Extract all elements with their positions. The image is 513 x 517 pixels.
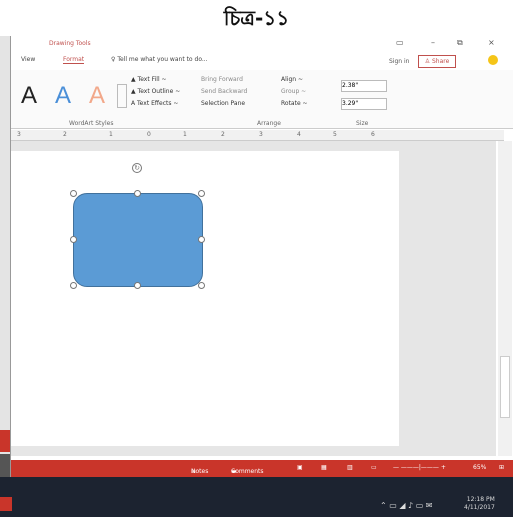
rounded-rectangle-shape[interactable] (73, 193, 203, 287)
comments-label: Comments (231, 468, 264, 475)
resize-handle[interactable] (134, 282, 141, 289)
clock-time: 12:18 PM (466, 496, 495, 503)
left-red-block (0, 430, 10, 452)
lightbulb-icon: ♀ (111, 56, 116, 63)
arrange-group-label: Arrange (257, 120, 281, 127)
resize-handle[interactable] (198, 190, 205, 197)
resize-handle[interactable] (198, 282, 205, 289)
resize-handle[interactable] (70, 282, 77, 289)
text-effects-label: Text Effects ~ (137, 100, 179, 107)
tell-me-text: Tell me what you want to do... (117, 56, 208, 63)
resize-handle[interactable] (70, 190, 77, 197)
share-label: Share (431, 58, 450, 65)
wordart-styles-group-label: WordArt Styles (69, 120, 114, 127)
ruler-label: 5 (333, 131, 337, 138)
fit-slide-icon[interactable]: ⊞ (499, 464, 504, 471)
send-backward-button[interactable]: Send Backward (201, 88, 247, 95)
vertical-scrollbar[interactable] (498, 141, 512, 456)
text-effects-icon: A (131, 100, 136, 107)
ruler-label: 2 (221, 131, 225, 138)
resize-handle[interactable] (134, 190, 141, 197)
align-button[interactable]: Align ~ (281, 76, 303, 83)
figure-caption: চিত্র-১১ (0, 0, 513, 36)
close-button[interactable]: × (488, 38, 495, 47)
contextual-tab-label: Drawing Tools (49, 40, 91, 47)
ribbon-display-options-icon[interactable]: ▭ (396, 38, 404, 47)
text-fill-button[interactable]: ▲ Text Fill ~ (131, 76, 167, 83)
group-button[interactable]: Group ~ (281, 88, 306, 95)
restore-button[interactable]: ⧉ (457, 38, 463, 48)
resize-handle[interactable] (198, 236, 205, 243)
clock-date: 4/11/2017 (464, 504, 495, 511)
rotate-handle-icon[interactable]: ↻ (132, 163, 142, 173)
ruler-label: 0 (147, 131, 151, 138)
sign-in-link[interactable]: Sign in (389, 58, 409, 65)
ruler-label: 3 (259, 131, 263, 138)
shape-width-input[interactable]: 3.29" (341, 98, 387, 110)
tab-view[interactable]: View (21, 56, 35, 63)
ruler-label: 3 (17, 131, 21, 138)
zoom-level[interactable]: 65% (473, 464, 486, 471)
wordart-style-orange[interactable]: A (89, 82, 105, 110)
slide-canvas: ↻ (11, 141, 496, 456)
reading-view-icon[interactable]: ▥ (347, 464, 353, 471)
resize-handle[interactable] (70, 236, 77, 243)
left-dark-block (0, 454, 10, 477)
text-outline-icon: ▲ (131, 88, 136, 95)
person-icon: ♙ (424, 58, 431, 65)
size-group-label: Size (356, 120, 369, 127)
minimize-button[interactable]: – (431, 38, 435, 47)
windows-taskbar: ⌃ ▭ ◢ ♪ ▭ ✉ 12:18 PM 4/11/2017 (0, 477, 513, 517)
powerpoint-taskbar-icon[interactable] (0, 497, 12, 511)
ruler-label: 2 (63, 131, 67, 138)
status-bar: ≡ Notes ▬ Comments ▣ ▦ ▥ ▭ — ———|——— + 6… (11, 460, 513, 477)
zoom-slider[interactable]: — ———|——— + (393, 464, 446, 471)
notes-label: Notes (191, 468, 209, 475)
normal-view-icon[interactable]: ▣ (297, 464, 303, 471)
text-effects-button[interactable]: A Text Effects ~ (131, 100, 178, 107)
ruler-label: 1 (109, 131, 113, 138)
scrollbar-thumb[interactable] (500, 356, 510, 418)
text-fill-label: Text Fill ~ (137, 76, 167, 83)
text-outline-label: Text Outline ~ (137, 88, 181, 95)
slide[interactable]: ↻ (11, 151, 399, 446)
rotate-button[interactable]: Rotate ~ (281, 100, 308, 107)
text-outline-button[interactable]: ▲ Text Outline ~ (131, 88, 180, 95)
ribbon: A A A ▲ Text Fill ~ ▲ Text Outline ~ A T… (11, 70, 513, 129)
feedback-smiley-icon[interactable] (488, 55, 498, 65)
taskbar-clock[interactable]: 12:18 PM 4/11/2017 (464, 496, 495, 512)
ruler-label: 4 (297, 131, 301, 138)
shape-height-input[interactable]: 2.38" (341, 80, 387, 92)
share-button[interactable]: ♙ Share (418, 55, 456, 68)
wordart-gallery-scroll[interactable] (117, 84, 127, 108)
system-tray-icons[interactable]: ⌃ ▭ ◢ ♪ ▭ ✉ (380, 501, 433, 510)
text-fill-icon: ▲ (131, 76, 136, 83)
selection-pane-button[interactable]: Selection Pane (201, 100, 245, 107)
slide-sorter-icon[interactable]: ▦ (321, 464, 327, 471)
horizontal-ruler: 3 2 1 0 1 2 3 4 5 6 (11, 130, 504, 141)
wordart-style-plain[interactable]: A (21, 82, 37, 110)
ruler-label: 1 (183, 131, 187, 138)
ruler-label: 6 (371, 131, 375, 138)
wordart-style-blue[interactable]: A (55, 82, 71, 110)
tab-format[interactable]: Format (63, 56, 85, 64)
powerpoint-window: Drawing Tools View Format ♀ Tell me what… (10, 36, 513, 477)
bring-forward-button[interactable]: Bring Forward (201, 76, 243, 83)
slideshow-icon[interactable]: ▭ (371, 464, 377, 471)
tell-me-search[interactable]: ♀ Tell me what you want to do... (111, 56, 208, 63)
